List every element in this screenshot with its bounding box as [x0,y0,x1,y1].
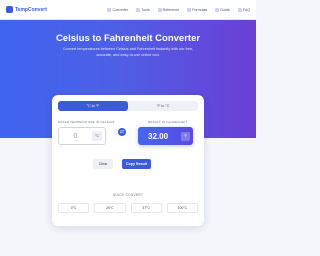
thermometer-icon [107,7,112,12]
quick-convert-row: 0°C 25°C 37°C 100°C [58,203,198,213]
book-icon [157,7,162,12]
formula-icon [187,7,192,12]
brand-name: TempConvert [15,6,47,13]
page-title: Celsius to Fahrenheit Converter [55,33,201,44]
top-navbar: TempConvert Converter Tools Reference Fo… [0,0,256,20]
nav-item-reference[interactable]: Reference [157,7,180,12]
tools-icon [136,7,141,12]
nav-label: FAQ [242,7,250,12]
question-icon [237,7,242,12]
nav-item-tools[interactable]: Tools [136,7,150,12]
quick-convert-chip[interactable]: 25°C [94,203,126,213]
converter-card: °C to °F °F to °C ENTER TEMPERATURE IN C… [52,95,204,226]
logo-icon [6,6,13,13]
brand[interactable]: TempConvert [6,6,47,13]
quick-convert-title: QUICK CONVERT [112,193,144,197]
nav-item-guide[interactable]: Guide [215,7,230,12]
result-value: 32.00 [148,131,169,141]
nav-item-formulas[interactable]: Formulas [187,7,208,12]
swap-button[interactable]: ⇄ [118,128,126,136]
mode-switch: °C to °F °F to °C [58,101,198,111]
copy-result-button[interactable]: Copy Result [122,159,151,169]
celsius-input[interactable]: 0 °C [58,127,106,145]
nav-item-faq[interactable]: FAQ [237,7,250,12]
swap-icon: ⇄ [119,129,125,135]
result-label: RESULT IN FAHRENHEIT [148,120,188,124]
tab-c-to-f[interactable]: °C to °F [58,101,128,111]
nav-label: Converter [112,7,129,12]
nav-item-converter[interactable]: Converter [107,7,129,12]
fahrenheit-unit-badge: °F [181,131,190,141]
quick-convert-chip[interactable]: 37°C [130,203,162,213]
clear-button[interactable]: Clear [93,159,113,169]
nav-label: Reference [162,7,180,12]
tab-f-to-c[interactable]: °F to °C [128,101,198,111]
result-display: 32.00 °F [138,127,193,145]
celsius-input-value[interactable]: 0 [59,133,92,140]
nav-label: Formulas [192,7,208,12]
main-nav: Converter Tools Reference Formulas Guide… [107,7,250,12]
page-subtitle: Convert temperatures between Celsius and… [62,47,194,57]
quick-convert-chip[interactable]: 100°C [166,203,198,213]
nav-label: Tools [141,7,150,12]
input-label: ENTER TEMPERATURE IN CELSIUS [58,120,115,124]
quick-convert-chip[interactable]: 0°C [58,203,90,213]
nav-label: Guide [220,7,230,12]
celsius-unit-badge: °C [92,131,102,141]
guide-icon [215,7,220,12]
